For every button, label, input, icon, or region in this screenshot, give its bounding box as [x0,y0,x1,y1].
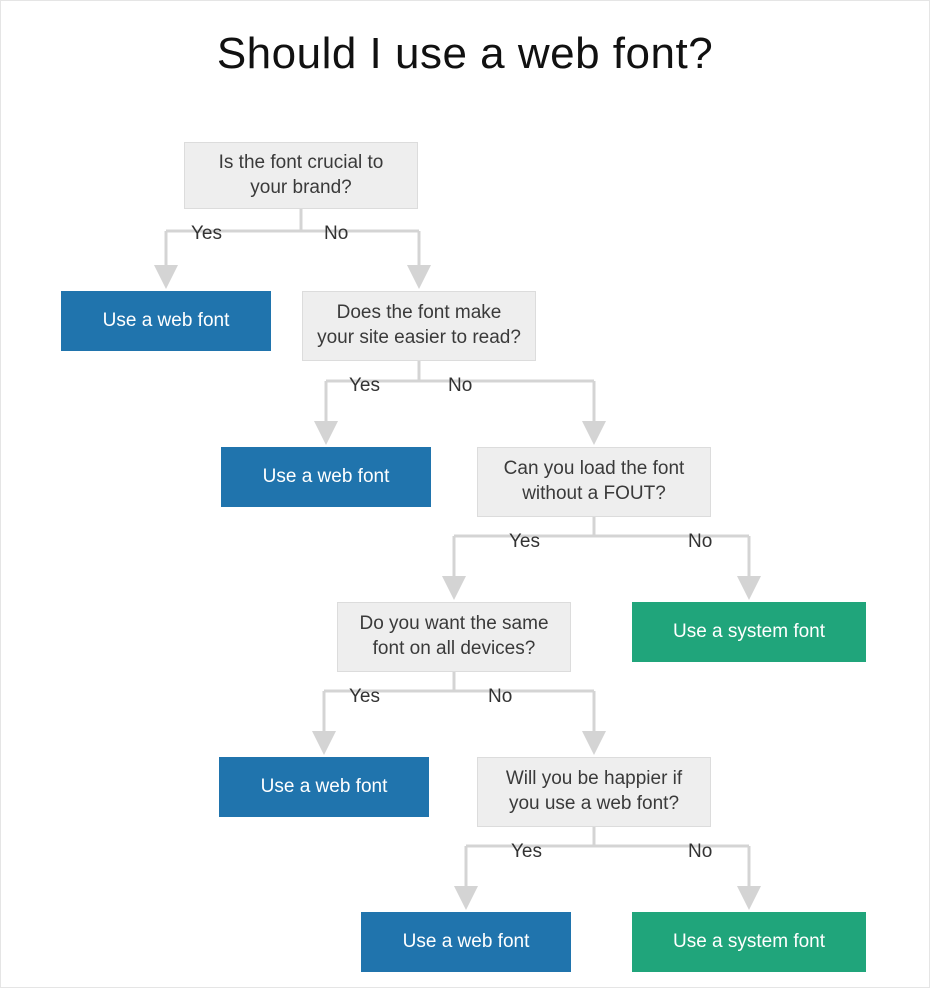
terminal-web-font-4: Use a web font [361,912,571,972]
terminal-system-font-1: Use a system font [632,602,866,662]
edge-label-yes: Yes [191,223,222,245]
question-fout: Can you load the font without a FOUT? [477,447,711,517]
edge-label-yes: Yes [509,531,540,553]
terminal-web-font-1: Use a web font [61,291,271,351]
question-brand-crucial: Is the font crucial to your brand? [184,142,418,209]
edge-label-no: No [488,686,512,708]
terminal-web-font-2: Use a web font [221,447,431,507]
terminal-web-font-3: Use a web font [219,757,429,817]
chart-title: Should I use a web font? [1,29,929,79]
edge-label-no: No [448,375,472,397]
edge-label-no: No [688,841,712,863]
flowchart-canvas: Should I use a web font? [0,0,930,988]
edge-label-yes: Yes [349,686,380,708]
edge-label-no: No [688,531,712,553]
terminal-system-font-2: Use a system font [632,912,866,972]
question-easier-to-read: Does the font make your site easier to r… [302,291,536,361]
question-happier: Will you be happier if you use a web fon… [477,757,711,827]
question-same-on-all-devices: Do you want the same font on all devices… [337,602,571,672]
edge-label-yes: Yes [349,375,380,397]
arrow-layer [1,1,930,989]
edge-label-yes: Yes [511,841,542,863]
edge-label-no: No [324,223,348,245]
